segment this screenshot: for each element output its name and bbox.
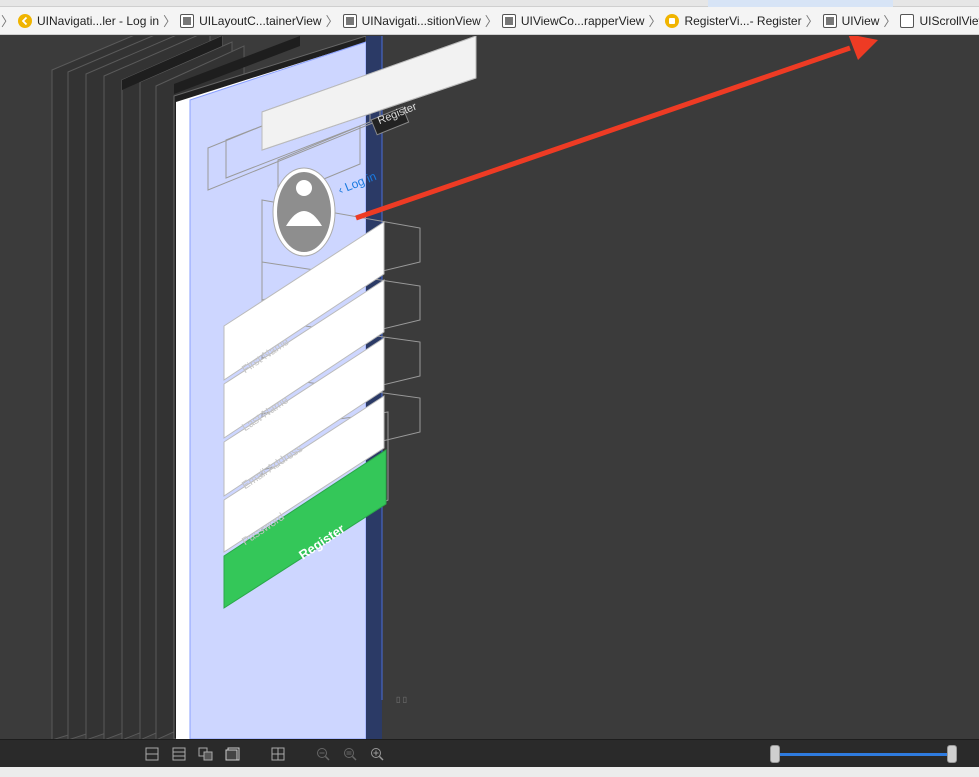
chevron-right-icon: 〉	[484, 14, 498, 29]
breadcrumb-layout-container[interactable]: UILayoutC...tainerView	[177, 7, 325, 34]
zoom-out-icon[interactable]	[314, 745, 332, 763]
orient-icon[interactable]	[269, 745, 287, 763]
zoom-in-icon[interactable]	[368, 745, 386, 763]
view-icon	[501, 13, 516, 28]
tab-strip	[0, 0, 979, 7]
tiny-marker: ▯ ▯	[396, 695, 407, 704]
status-footer	[0, 767, 979, 777]
spacing-slider-track[interactable]	[775, 753, 953, 756]
breadcrumb-wrapper-view[interactable]: UIViewCo...rapperView	[499, 7, 648, 34]
canvas-toolbar	[0, 739, 979, 767]
breadcrumb-navigation-controller[interactable]: UINavigati...ler - Log in	[15, 7, 162, 34]
view-icon	[822, 13, 837, 28]
jump-bar: 〉 UINavigati...ler - Log in 〉 UILayoutC.…	[0, 7, 979, 35]
breadcrumb-label: UIViewCo...rapperView	[520, 13, 645, 28]
show-clipped-icon[interactable]	[170, 745, 188, 763]
chevron-right-icon: 〉	[805, 14, 819, 29]
show-frames-icon[interactable]	[224, 745, 242, 763]
show-views-icon[interactable]	[197, 745, 215, 763]
breadcrumb-label: UINavigati...sitionView	[361, 13, 481, 28]
breadcrumb-uiview[interactable]: UIView	[820, 7, 883, 34]
chevron-right-icon: 〉	[648, 14, 662, 29]
scroll-view-icon	[900, 13, 915, 28]
view-icon	[180, 13, 195, 28]
view-icon	[342, 13, 357, 28]
spacing-slider-low-handle[interactable]	[770, 745, 780, 763]
breadcrumb-label: UINavigati...ler - Log in	[37, 13, 160, 28]
exploded-hierarchy: ▯ ▯	[51, 36, 878, 739]
annotation-arrowhead	[848, 36, 878, 60]
chevron-right-icon: 〉	[883, 14, 897, 29]
avatar	[272, 167, 336, 257]
breadcrumb-transition-view[interactable]: UINavigati...sitionView	[340, 7, 484, 34]
show-constraints-icon[interactable]	[143, 745, 161, 763]
zoom-actual-icon[interactable]	[341, 745, 359, 763]
breadcrumb-label: UIScrollView	[919, 13, 979, 28]
breadcrumb-scrollview[interactable]: UIScrollView	[897, 7, 979, 34]
breadcrumb-label: RegisterVi...- Register	[684, 13, 802, 28]
spacing-slider-high-handle[interactable]	[947, 745, 957, 763]
view-controller-icon	[665, 13, 680, 28]
chevron-right-icon: 〉	[325, 14, 339, 29]
breadcrumb-label: UIView	[841, 13, 880, 28]
chevron-right-icon: 〉	[163, 14, 177, 29]
breadcrumb-label: UILayoutC...tainerView	[199, 13, 322, 28]
view-hierarchy-canvas[interactable]: ▯ ▯ Register ‹ Log in First Name Last Na…	[0, 36, 979, 739]
active-tab[interactable]	[708, 0, 893, 7]
navigation-controller-icon	[18, 13, 33, 28]
chevron-right-icon: 〉	[1, 14, 15, 29]
breadcrumb-register-controller[interactable]: RegisterVi...- Register	[662, 7, 804, 34]
